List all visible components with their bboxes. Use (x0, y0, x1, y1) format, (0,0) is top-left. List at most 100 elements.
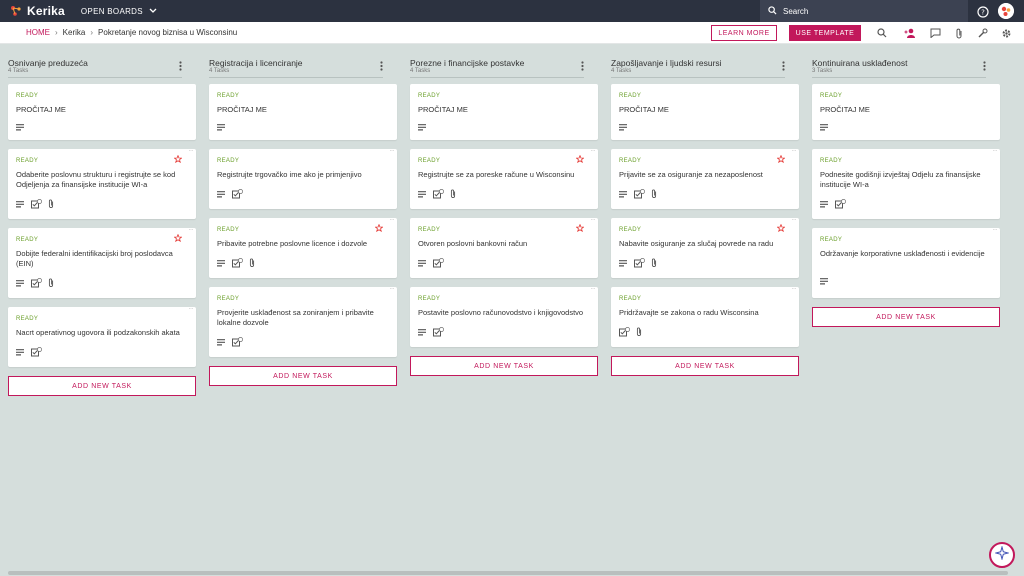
task-card[interactable]: READY Dobijte federalni identifikacijski … (8, 227, 196, 298)
card-more-icon[interactable]: ··· (591, 148, 596, 154)
star-icon[interactable] (575, 150, 585, 168)
task-status: READY (619, 296, 642, 302)
board-column: Osnivanje preduzeća 4 Tasks READY PROČITAJ … (0, 44, 196, 396)
card-more-icon[interactable]: ··· (792, 148, 797, 154)
column-menu-icon[interactable] (782, 58, 785, 76)
column-menu-icon[interactable] (581, 58, 584, 76)
column-title: Osnivanje preduzeća (8, 58, 88, 68)
column-menu-icon[interactable] (380, 58, 383, 76)
column-divider (209, 77, 383, 78)
card-more-icon[interactable]: ··· (993, 227, 998, 233)
task-card[interactable]: READY Otvoren poslovni bankovni račun ··· (410, 217, 598, 278)
card-more-icon[interactable]: ··· (189, 227, 194, 233)
task-title: Održavanje korporativne usklađenosti i e… (820, 249, 985, 258)
task-status: READY (619, 227, 642, 233)
star-icon[interactable] (374, 219, 384, 237)
card-more-icon[interactable]: ··· (792, 286, 797, 292)
kerika-logo-icon (9, 4, 23, 18)
column-menu-icon[interactable] (179, 58, 182, 76)
card-more-icon[interactable]: ··· (591, 286, 596, 292)
column-header[interactable]: Porezne i financijske postavke 4 Tasks (402, 44, 592, 78)
task-card[interactable]: READY Postavite poslovno računovodstvo i … (410, 286, 598, 347)
task-card[interactable]: READY PROČITAJ ME (209, 84, 397, 140)
board-search-icon[interactable] (876, 27, 888, 39)
task-card[interactable]: READY Provjerite usklađenost sa zoniranje… (209, 286, 397, 357)
star-icon[interactable] (776, 219, 786, 237)
avatar[interactable] (998, 3, 1014, 19)
card-more-icon[interactable]: ··· (390, 217, 395, 223)
column-header[interactable]: Osnivanje preduzeća 4 Tasks (0, 44, 190, 78)
column-task-count: 4 Tasks (410, 68, 431, 74)
card-more-icon[interactable]: ··· (390, 148, 395, 154)
add-new-task-button[interactable]: ADD NEW TASK (611, 356, 799, 376)
card-more-icon[interactable]: ··· (390, 286, 395, 292)
star-icon[interactable] (173, 150, 183, 168)
column-title: Zapošljavanje i ljudski resursi (611, 58, 722, 68)
task-icons (619, 327, 648, 337)
card-more-icon[interactable]: ··· (792, 217, 797, 223)
add-new-task-button[interactable]: ADD NEW TASK (8, 376, 196, 396)
task-card[interactable]: READY PROČITAJ ME (410, 84, 598, 140)
task-title: PROČITAJ ME (619, 105, 669, 114)
task-card[interactable]: READY Pribavite potrebne poslovne licence… (209, 217, 397, 278)
ai-assistant-button[interactable] (989, 542, 1015, 568)
task-card[interactable]: READY Podnesite godišnji izvještaj Odjelu… (812, 148, 1000, 219)
task-title: Prijavite se za osiguranje za nezaposlen… (619, 170, 763, 179)
task-card[interactable]: READY Odaberite poslovnu strukturu i regi… (8, 148, 196, 219)
board-header: HOME › Kerika › Pokretanje novog biznisa… (0, 22, 1024, 44)
kerika-logo[interactable]: Kerika (9, 4, 65, 18)
star-icon[interactable] (575, 219, 585, 237)
add-new-task-button[interactable]: ADD NEW TASK (812, 307, 1000, 327)
notes-icon (820, 278, 829, 285)
help-icon[interactable]: ? (977, 5, 989, 23)
use-template-button[interactable]: USE TEMPLATE (789, 25, 861, 41)
attachment-icon (48, 199, 54, 209)
column-menu-icon[interactable] (983, 58, 986, 76)
task-card[interactable]: READY Održavanje korporativne usklađenost… (812, 227, 1000, 298)
open-boards-menu[interactable]: OPEN BOARDS (81, 7, 157, 16)
task-title: Pridržavajte se zakona o radu Wisconsina (619, 308, 759, 317)
card-more-icon[interactable]: ··· (189, 306, 194, 312)
attachment-icon (450, 189, 456, 199)
column-header[interactable]: Zapošljavanje i ljudski resursi 4 Tasks (603, 44, 793, 78)
task-card[interactable]: READY Registrujte trgovačko ime ako je pr… (209, 148, 397, 209)
notes-icon (16, 200, 25, 208)
star-icon[interactable] (776, 150, 786, 168)
chat-icon[interactable] (929, 27, 941, 39)
settings-gear-icon[interactable] (1000, 27, 1012, 39)
column-task-count: 3 Tasks (812, 68, 833, 74)
task-card[interactable]: READY Nabavite osiguranje za slučaj povre… (611, 217, 799, 278)
task-card[interactable]: READY PROČITAJ ME (8, 84, 196, 140)
wrench-icon[interactable] (977, 27, 989, 39)
task-status: READY (820, 237, 843, 243)
add-new-task-button[interactable]: ADD NEW TASK (410, 356, 598, 376)
task-card[interactable]: READY Prijavite se za osiguranje za nezap… (611, 148, 799, 209)
horizontal-scrollbar[interactable] (8, 571, 1008, 575)
add-new-task-button[interactable]: ADD NEW TASK (209, 366, 397, 386)
column-header[interactable]: Kontinuirana usklađenost 3 Tasks (804, 44, 994, 78)
task-icons (820, 124, 835, 131)
task-card[interactable]: READY Nacrt operativnog ugovora ili podza… (8, 306, 196, 367)
task-card[interactable]: READY PROČITAJ ME (812, 84, 1000, 140)
attachment-icon[interactable] (953, 27, 965, 39)
task-card[interactable]: READY Registrujte se za poreske račune u … (410, 148, 598, 209)
breadcrumb-org[interactable]: Kerika (63, 28, 86, 37)
card-more-icon[interactable]: ··· (993, 148, 998, 154)
task-status: READY (418, 93, 441, 99)
add-person-icon[interactable] (904, 27, 916, 39)
breadcrumb-home[interactable]: HOME (26, 28, 50, 37)
search-input[interactable]: Search (760, 0, 968, 22)
task-status: READY (16, 158, 39, 164)
notes-icon (820, 200, 829, 208)
card-more-icon[interactable]: ··· (591, 217, 596, 223)
notes-icon (418, 328, 427, 336)
breadcrumb: HOME › Kerika › Pokretanje novog biznisa… (26, 28, 237, 37)
column-header[interactable]: Registracija i licenciranje 4 Tasks (201, 44, 391, 78)
task-status: READY (217, 158, 240, 164)
task-card[interactable]: READY Pridržavajte se zakona o radu Wisco… (611, 286, 799, 347)
star-icon[interactable] (173, 229, 183, 247)
task-status: READY (820, 93, 843, 99)
card-more-icon[interactable]: ··· (189, 148, 194, 154)
learn-more-button[interactable]: LEARN MORE (711, 25, 777, 41)
task-card[interactable]: READY PROČITAJ ME (611, 84, 799, 140)
